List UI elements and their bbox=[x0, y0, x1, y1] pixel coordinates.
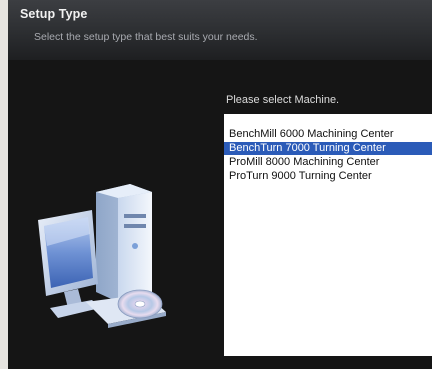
setup-wizard-window: Setup Type Select the setup type that be… bbox=[0, 0, 432, 369]
list-item-proturn-9000[interactable]: ProTurn 9000 Turning Center bbox=[224, 170, 432, 183]
list-item-benchturn-7000[interactable]: BenchTurn 7000 Turning Center bbox=[224, 142, 432, 155]
list-item-promill-8000[interactable]: ProMill 8000 Machining Center bbox=[224, 156, 432, 169]
wizard-header: Setup Type Select the setup type that be… bbox=[8, 0, 432, 60]
page-title: Setup Type bbox=[20, 7, 88, 21]
computer-with-cd-icon bbox=[38, 184, 166, 328]
page-subtitle: Select the setup type that best suits yo… bbox=[34, 31, 258, 43]
list-item-benchmill-6000[interactable]: BenchMill 6000 Machining Center bbox=[224, 128, 432, 141]
machine-listbox[interactable]: BenchMill 6000 Machining Center BenchTur… bbox=[224, 114, 432, 356]
select-machine-label: Please select Machine. bbox=[226, 94, 340, 106]
